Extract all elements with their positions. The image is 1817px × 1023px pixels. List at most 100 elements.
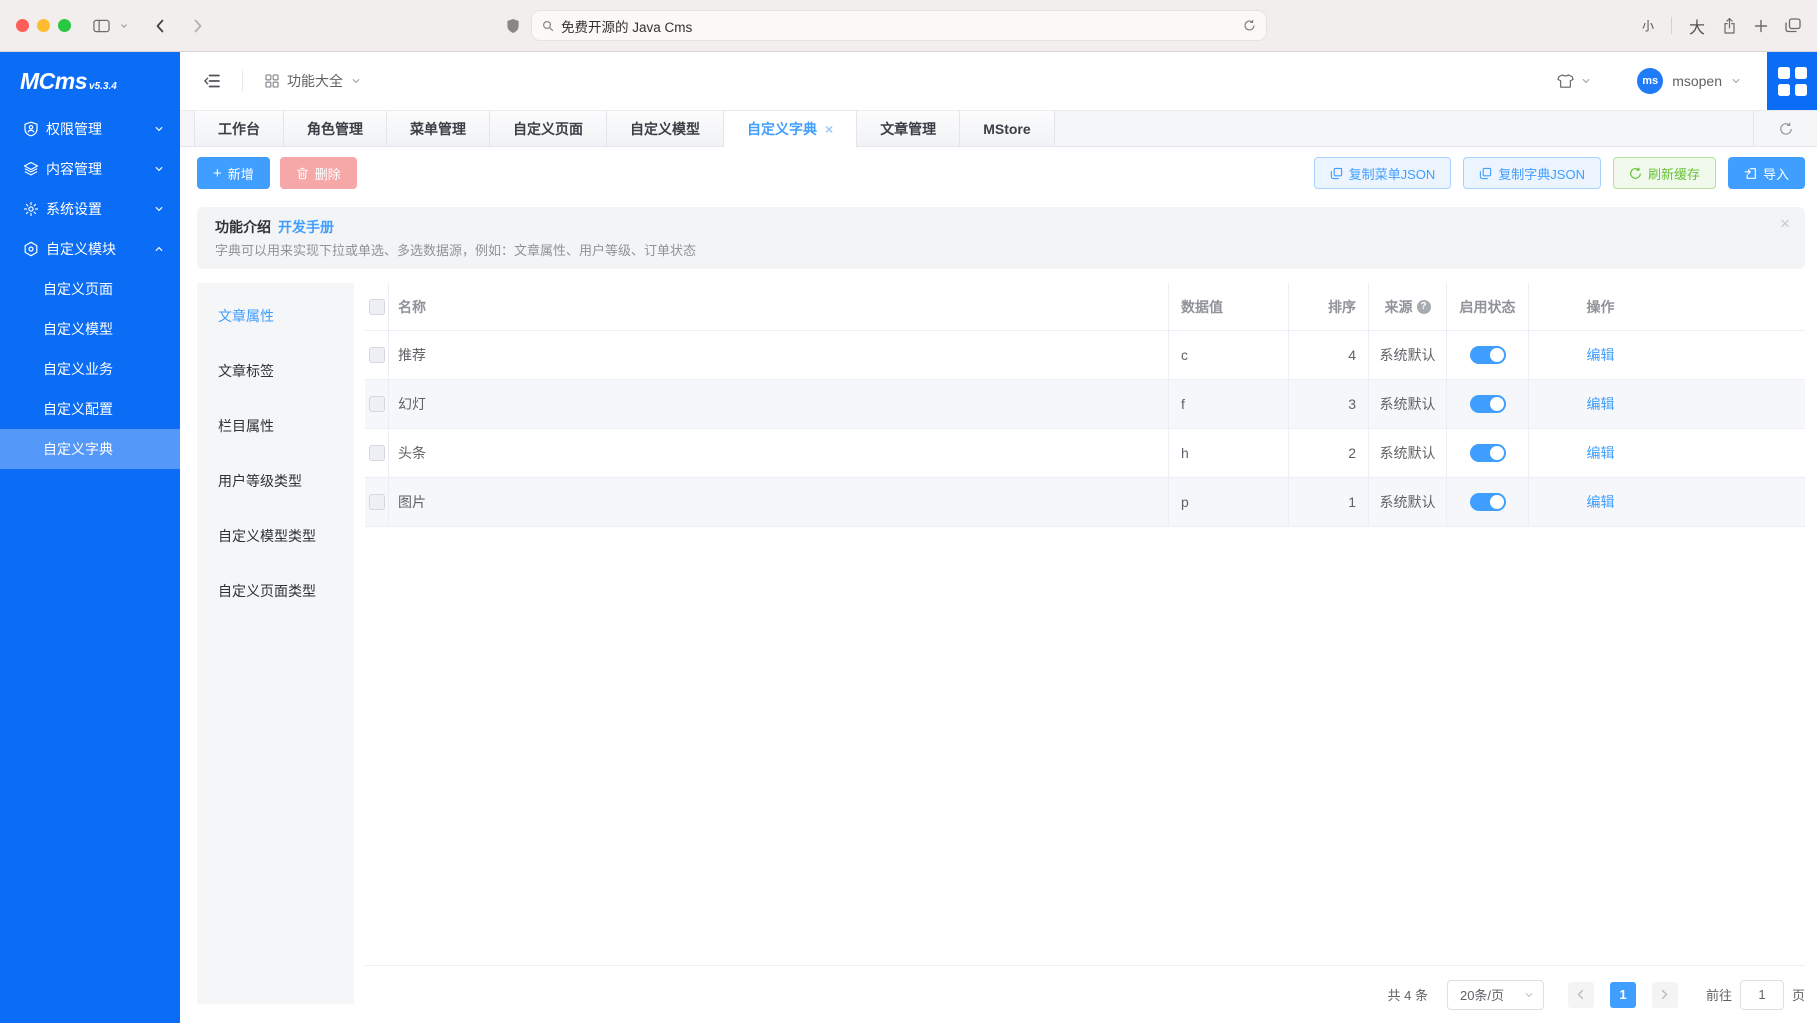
table-row: 头条 h 2 系统默认 编辑 xyxy=(365,429,1805,478)
column-header-value: 数据值 xyxy=(1169,283,1289,330)
dict-type-column-attr[interactable]: 栏目属性 xyxy=(197,398,354,453)
theme-dropdown[interactable] xyxy=(1557,73,1591,89)
user-menu[interactable]: ms msopen xyxy=(1637,68,1741,94)
current-page-button[interactable]: 1 xyxy=(1610,982,1636,1008)
goto-page-input[interactable] xyxy=(1740,980,1784,1010)
cell-source: 系统默认 xyxy=(1369,478,1447,526)
tab-close-icon[interactable]: × xyxy=(825,122,833,136)
tab-role-management[interactable]: 角色管理 xyxy=(284,111,387,146)
tab-overview-icon[interactable] xyxy=(1785,18,1801,33)
dict-type-custom-page[interactable]: 自定义页面类型 xyxy=(197,563,354,618)
sidebar-item-content[interactable]: 内容管理 xyxy=(0,149,180,189)
banner-close-icon[interactable]: × xyxy=(1780,215,1790,232)
sidebar: MCms v5.3.4 权限管理 内容管理 xyxy=(0,52,180,1023)
column-header-source: 来源 ? xyxy=(1369,283,1447,330)
page-size-select[interactable]: 20条/页 xyxy=(1447,980,1544,1010)
chevron-down-icon xyxy=(1524,990,1534,1000)
enable-toggle[interactable] xyxy=(1470,395,1506,413)
text-larger-button[interactable]: 大 xyxy=(1689,14,1705,38)
sidebar-toggle-icon[interactable] xyxy=(93,19,110,33)
row-checkbox[interactable] xyxy=(369,494,385,510)
prev-page-button[interactable] xyxy=(1568,982,1594,1008)
dict-table: 名称 数据值 排序 来源 ? 启用状态 操作 xyxy=(365,283,1805,966)
logo-text: MCms xyxy=(20,68,87,95)
trash-icon xyxy=(296,167,309,180)
row-checkbox[interactable] xyxy=(369,347,385,363)
goto-suffix: 页 xyxy=(1792,985,1805,1004)
dict-type-custom-model[interactable]: 自定义模型类型 xyxy=(197,508,354,563)
enable-toggle[interactable] xyxy=(1470,444,1506,462)
copy-dict-json-button[interactable]: 复制字典JSON xyxy=(1463,157,1601,189)
share-icon[interactable] xyxy=(1722,17,1737,35)
tab-article-management[interactable]: 文章管理 xyxy=(857,111,960,146)
refresh-tabs-icon[interactable] xyxy=(1753,111,1817,146)
fullscreen-window-button[interactable] xyxy=(58,19,71,32)
close-window-button[interactable] xyxy=(16,19,29,32)
forward-icon[interactable] xyxy=(192,18,204,34)
chevron-down-icon[interactable] xyxy=(120,22,128,30)
pager: 1 xyxy=(1568,982,1678,1008)
import-icon xyxy=(1744,167,1757,180)
sidebar-item-system[interactable]: 系统设置 xyxy=(0,189,180,229)
dev-manual-link[interactable]: 开发手册 xyxy=(278,219,334,235)
edit-link[interactable]: 编辑 xyxy=(1587,394,1615,414)
delete-button[interactable]: 删除 xyxy=(280,157,357,189)
topbar: 功能大全 ms xyxy=(180,52,1817,110)
collapse-sidebar-icon[interactable] xyxy=(204,74,220,88)
chevron-down-icon xyxy=(154,204,164,214)
tab-custom-page[interactable]: 自定义页面 xyxy=(490,111,607,146)
dict-type-article-attr[interactable]: 文章属性 xyxy=(197,288,354,343)
banner-title: 功能介绍 xyxy=(215,219,271,235)
enable-toggle[interactable] xyxy=(1470,493,1506,511)
apps-grid-button[interactable] xyxy=(1767,52,1817,110)
tab-custom-model[interactable]: 自定义模型 xyxy=(607,111,724,146)
feature-nav-dropdown[interactable]: 功能大全 xyxy=(265,71,361,91)
new-tab-icon[interactable] xyxy=(1754,19,1768,33)
chevron-down-icon xyxy=(1731,76,1741,86)
layers-icon xyxy=(23,161,39,177)
sidebar-sub-custom-model[interactable]: 自定义模型 xyxy=(0,309,180,349)
copy-menu-json-button[interactable]: 复制菜单JSON xyxy=(1314,157,1452,189)
tab-workbench[interactable]: 工作台 xyxy=(194,111,284,146)
privacy-shield-icon[interactable] xyxy=(506,18,520,34)
edit-link[interactable]: 编辑 xyxy=(1587,345,1615,365)
sidebar-sub-custom-page[interactable]: 自定义页面 xyxy=(0,269,180,309)
table-column: 名称 数据值 排序 来源 ? 启用状态 操作 xyxy=(365,283,1805,1023)
edit-link[interactable]: 编辑 xyxy=(1587,492,1615,512)
text-smaller-button[interactable]: 小 xyxy=(1642,17,1654,34)
sidebar-sub-custom-dict[interactable]: 自定义字典 xyxy=(0,429,180,469)
column-header-status: 启用状态 xyxy=(1447,283,1529,330)
back-icon[interactable] xyxy=(154,18,166,34)
toolbar-right: 复制菜单JSON 复制字典JSON 刷新缓存 xyxy=(1314,157,1805,189)
row-checkbox[interactable] xyxy=(369,396,385,412)
tab-menu-management[interactable]: 菜单管理 xyxy=(387,111,490,146)
import-button[interactable]: 导入 xyxy=(1728,157,1805,189)
reload-icon[interactable] xyxy=(1243,19,1256,32)
dict-type-user-level[interactable]: 用户等级类型 xyxy=(197,453,354,508)
question-circle-icon[interactable]: ? xyxy=(1417,300,1431,314)
minimize-window-button[interactable] xyxy=(37,19,50,32)
add-button[interactable]: + 新增 xyxy=(197,157,270,189)
sidebar-item-custom-module[interactable]: 自定义模块 xyxy=(0,229,180,269)
tab-custom-dict[interactable]: 自定义字典 × xyxy=(724,111,857,146)
refresh-cache-button[interactable]: 刷新缓存 xyxy=(1613,157,1716,189)
row-checkbox[interactable] xyxy=(369,445,385,461)
pagination-bar: 共 4 条 20条/页 1 xyxy=(365,966,1805,1023)
sidebar-item-permission[interactable]: 权限管理 xyxy=(0,109,180,149)
tab-mstore[interactable]: MStore xyxy=(960,111,1054,146)
chevron-down-icon xyxy=(154,164,164,174)
address-bar[interactable]: 免费开源的 Java Cms xyxy=(531,10,1267,41)
app-logo: MCms v5.3.4 xyxy=(0,52,180,95)
next-page-button[interactable] xyxy=(1652,982,1678,1008)
avatar: ms xyxy=(1637,68,1663,94)
enable-toggle[interactable] xyxy=(1470,346,1506,364)
select-all-checkbox[interactable] xyxy=(369,299,385,315)
edit-link[interactable]: 编辑 xyxy=(1587,443,1615,463)
sidebar-sub-custom-business[interactable]: 自定义业务 xyxy=(0,349,180,389)
column-header-action: 操作 xyxy=(1529,283,1672,330)
sidebar-sub-custom-config[interactable]: 自定义配置 xyxy=(0,389,180,429)
banner-description: 字典可以用来实现下拉或单选、多选数据源，例如：文章属性、用户等级、订单状态 xyxy=(215,243,1787,258)
chevron-down-icon xyxy=(351,76,361,86)
dict-type-article-tag[interactable]: 文章标签 xyxy=(197,343,354,398)
search-icon xyxy=(542,20,554,32)
